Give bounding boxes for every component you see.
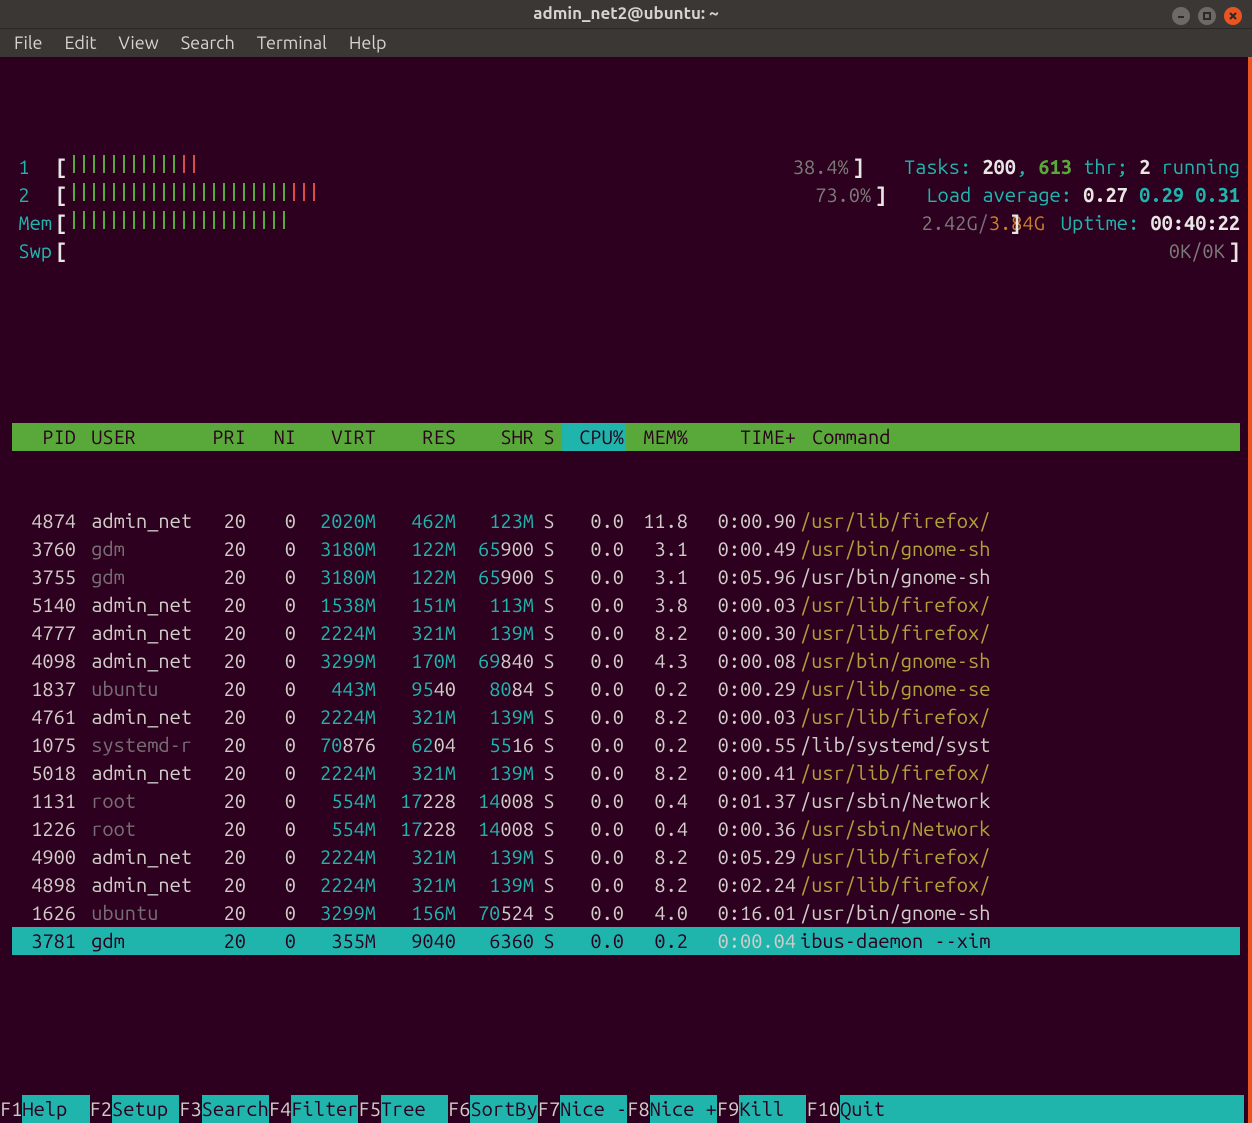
cpu-meter-2: 2 [73.0%]Load average: 0.27 0.29 0.31 (12, 181, 1240, 209)
fkey-F3-label[interactable]: Search (202, 1095, 269, 1123)
fkey-F7-label[interactable]: Nice - (560, 1095, 627, 1123)
hdr-cmd[interactable]: Command (798, 423, 1240, 451)
window-titlebar: admin_net2@ubuntu: ~ (0, 0, 1252, 28)
process-row[interactable]: 4900 admin_net2002224M321M139MS0.08.20:0… (12, 843, 1240, 871)
process-row[interactable]: 1131 root200554M1722814008S0.00.40:01.37… (12, 787, 1240, 815)
process-row[interactable]: 4874 admin_net2002020M462M123MS0.011.80:… (12, 507, 1240, 535)
process-row[interactable]: 5018 admin_net2002224M321M139MS0.08.20:0… (12, 759, 1240, 787)
fkey-F5-label[interactable]: Tree (381, 1095, 448, 1123)
fkey-F2-label[interactable]: Setup (112, 1095, 179, 1123)
hdr-pid[interactable]: PID (12, 423, 78, 451)
hdr-cpu[interactable]: CPU% (562, 423, 626, 451)
process-header[interactable]: PID USER PRI NI VIRT RES SHR S CPU% MEM%… (12, 423, 1240, 451)
swp-meter: Swp[0K/0K] (12, 237, 1240, 265)
menu-view[interactable]: View (118, 29, 158, 57)
process-row[interactable]: 1075 systemd-r2007087662045516S0.00.20:0… (12, 731, 1240, 759)
fkey-F10-label[interactable]: Quit (840, 1095, 885, 1123)
mem-meter: Mem[2.42G/3.84G]Uptime: 00:40:22 (12, 209, 1240, 237)
fkey-F2[interactable]: F2 (90, 1095, 112, 1123)
process-row[interactable]: 1226 root200554M1722814008S0.00.40:00.36… (12, 815, 1240, 843)
terminal-body[interactable]: 1 [38.4%]Tasks: 200, 613 thr; 2 running2… (0, 57, 1252, 1123)
menu-terminal[interactable]: Terminal (257, 29, 327, 57)
process-row[interactable]: 4761 admin_net2002224M321M139MS0.08.20:0… (12, 703, 1240, 731)
hdr-ni[interactable]: NI (248, 423, 298, 451)
hdr-time[interactable]: TIME+ (690, 423, 798, 451)
fkey-F10[interactable]: F10 (806, 1095, 840, 1123)
fkey-F3[interactable]: F3 (179, 1095, 201, 1123)
process-row[interactable]: 4098 admin_net2003299M170M69840S0.04.30:… (12, 647, 1240, 675)
function-key-bar: F1Help F2Setup F3SearchF4FilterF5Tree F6… (0, 1095, 1244, 1123)
process-row[interactable]: 1837 ubuntu200443M95408084S0.00.20:00.29… (12, 675, 1240, 703)
process-row[interactable]: 3755 gdm2003180M122M65900S0.03.10:05.96/… (12, 563, 1240, 591)
process-row[interactable]: 5140 admin_net2001538M151M113MS0.03.80:0… (12, 591, 1240, 619)
fkey-F6[interactable]: F6 (448, 1095, 470, 1123)
hdr-s[interactable]: S (536, 423, 562, 451)
menubar: File Edit View Search Terminal Help (0, 28, 1252, 57)
hdr-res[interactable]: RES (378, 423, 458, 451)
process-row[interactable]: 4898 admin_net2002224M321M139MS0.08.20:0… (12, 871, 1240, 899)
hdr-pri[interactable]: PRI (198, 423, 248, 451)
process-row[interactable]: 3760 gdm2003180M122M65900S0.03.10:00.49/… (12, 535, 1240, 563)
process-row[interactable]: 4777 admin_net2002224M321M139MS0.08.20:0… (12, 619, 1240, 647)
hdr-user[interactable]: USER (78, 423, 198, 451)
fkey-F1-label[interactable]: Help (22, 1095, 89, 1123)
menu-file[interactable]: File (14, 29, 43, 57)
fkey-F4-label[interactable]: Filter (291, 1095, 358, 1123)
hdr-shr[interactable]: SHR (458, 423, 536, 451)
fkey-F8-label[interactable]: Nice + (650, 1095, 717, 1123)
fkey-F4[interactable]: F4 (269, 1095, 291, 1123)
menu-help[interactable]: Help (349, 29, 387, 57)
menu-search[interactable]: Search (181, 29, 235, 57)
fkey-F5[interactable]: F5 (358, 1095, 380, 1123)
hdr-mem[interactable]: MEM% (626, 423, 690, 451)
fkey-F9-label[interactable]: Kill (739, 1095, 806, 1123)
maximize-button[interactable] (1198, 7, 1216, 25)
process-row[interactable]: 3781 gdm200355M90406360S0.00.20:00.04ibu… (12, 927, 1240, 955)
hdr-virt[interactable]: VIRT (298, 423, 378, 451)
fkey-F8[interactable]: F8 (627, 1095, 649, 1123)
fkey-F6-label[interactable]: SortBy (470, 1095, 537, 1123)
menu-edit[interactable]: Edit (65, 29, 97, 57)
process-table: PID USER PRI NI VIRT RES SHR S CPU% MEM%… (12, 367, 1240, 1011)
process-row[interactable]: 1626 ubuntu2003299M156M70524S0.04.00:16.… (12, 899, 1240, 927)
fkey-F1[interactable]: F1 (0, 1095, 22, 1123)
close-button[interactable] (1224, 7, 1242, 25)
minimize-button[interactable] (1172, 7, 1190, 25)
window-title: admin_net2@ubuntu: ~ (533, 0, 718, 28)
fkey-F7[interactable]: F7 (538, 1095, 560, 1123)
fkey-F9[interactable]: F9 (717, 1095, 739, 1123)
cpu-meter-1: 1 [38.4%]Tasks: 200, 613 thr; 2 running (12, 153, 1240, 181)
